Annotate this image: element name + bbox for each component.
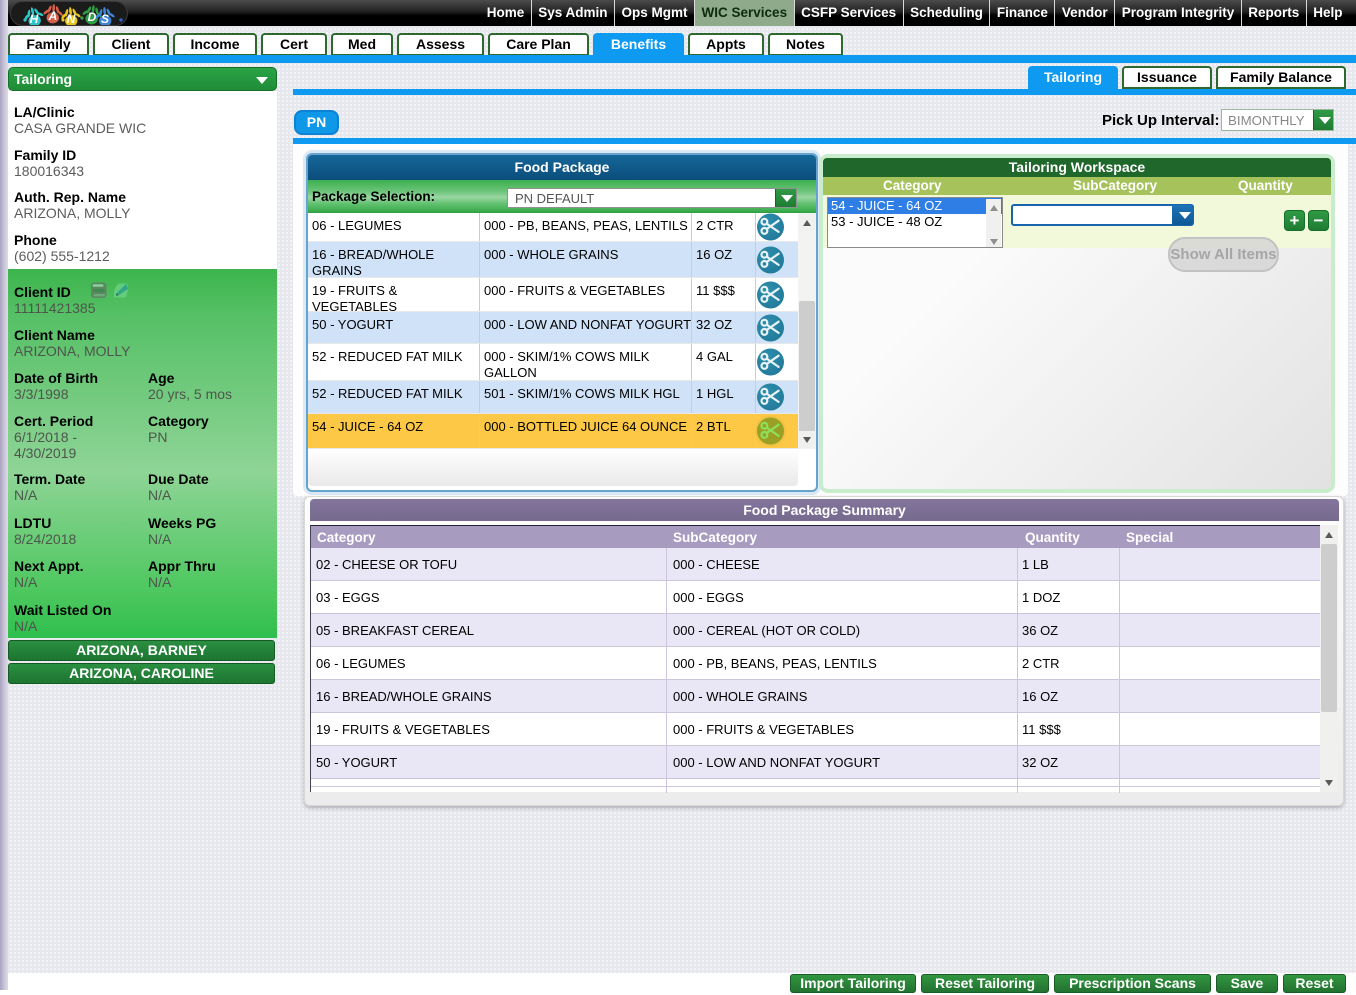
svg-text:D: D [88,10,97,24]
svg-text:N: N [67,12,76,26]
svg-text:A: A [48,9,58,23]
svg-text:H: H [30,12,39,26]
svg-text:S: S [101,12,109,26]
